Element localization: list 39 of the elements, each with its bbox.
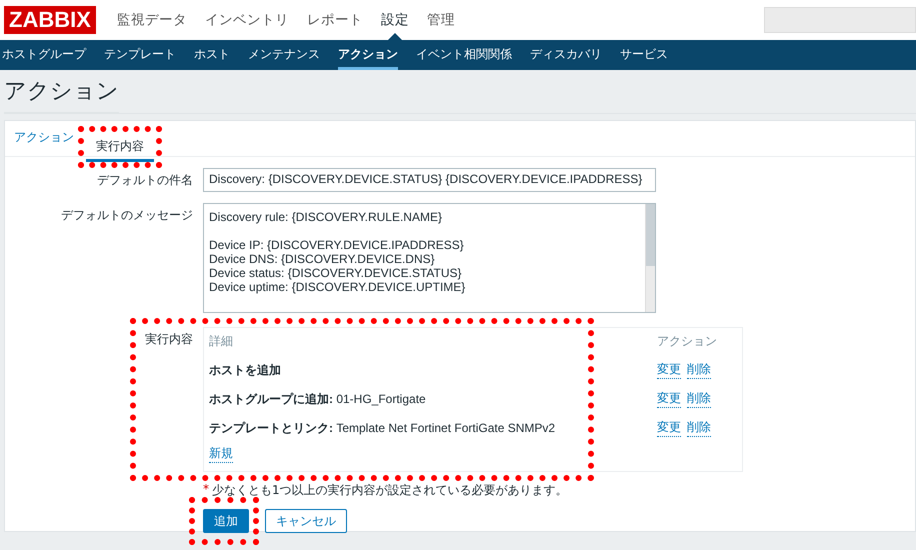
delete-link[interactable]: 削除 [687,390,711,408]
tab[interactable]: アクション [14,127,74,156]
field-label: 実行内容 [144,331,193,348]
submenu-item[interactable]: アクション [338,40,398,70]
tab[interactable]: 実行内容 [86,139,154,162]
required-mark: * [203,482,209,498]
menu-item[interactable]: 設定 [372,0,418,40]
message-field[interactable]: Discovery rule: {DISCOVERY.RULE.NAME} Device IP: {DISCOVERY.DEVICE.IPADDRESS} Device DNS: {DISCOVERY.DEVICE.DNS} Device status: {DISCOVERY.DEVICE.STATUS} Device uptime: {DISCOVERY.DEVICE.UPTIME} [203,203,656,313]
submenu-item[interactable]: ホスト [194,40,230,70]
submenu-item[interactable]: イベント相関関係 [416,40,512,70]
new-link[interactable]: 新規 [209,445,233,463]
operation-detail: ホストグループに追加: 01-HG_Fortigate [209,390,427,408]
menu-item[interactable]: 監視データ [108,0,196,40]
menu-item[interactable]: インベントリ [196,0,298,40]
submenu-item[interactable]: メンテナンス [248,40,320,70]
operation-detail: ホストを追加 [209,362,282,378]
field-label: デフォルトの件名 [96,172,193,189]
menu-item[interactable]: 管理 [418,0,464,40]
logo[interactable]: ZABBIX [4,6,96,34]
submenu-item[interactable]: テンプレート [104,40,176,70]
column-header: アクション [657,333,718,350]
search-field[interactable] [764,7,916,33]
add-button[interactable]: 追加 [203,509,249,533]
cancel-button[interactable]: キャンセル [265,509,347,533]
edit-link[interactable]: 変更 [657,419,681,437]
edit-link[interactable]: 変更 [657,361,681,379]
page-title: アクション [4,70,119,113]
field-label: デフォルトのメッセージ [60,207,193,224]
column-header: 詳細 [209,333,234,350]
submenu-item[interactable]: サービス [620,40,668,70]
delete-link[interactable]: 削除 [687,419,711,437]
required-note: 少なくとも1つ以上の実行内容が設定されている必要があります。 [212,482,568,499]
delete-link[interactable]: 削除 [687,361,711,379]
edit-link[interactable]: 変更 [657,390,681,408]
menu-item[interactable]: レポート [298,0,372,40]
submenu-item[interactable]: ホストグループ [2,40,86,70]
operation-detail: テンプレートとリンク: Template Net Fortinet FortiGate SNMPv2 [209,420,556,436]
submenu-item[interactable]: ディスカバリ [530,40,602,70]
subject-field[interactable]: Discovery: {DISCOVERY.DEVICE.STATUS} {DISCOVERY.DEVICE.IPADDRESS} [203,168,656,192]
